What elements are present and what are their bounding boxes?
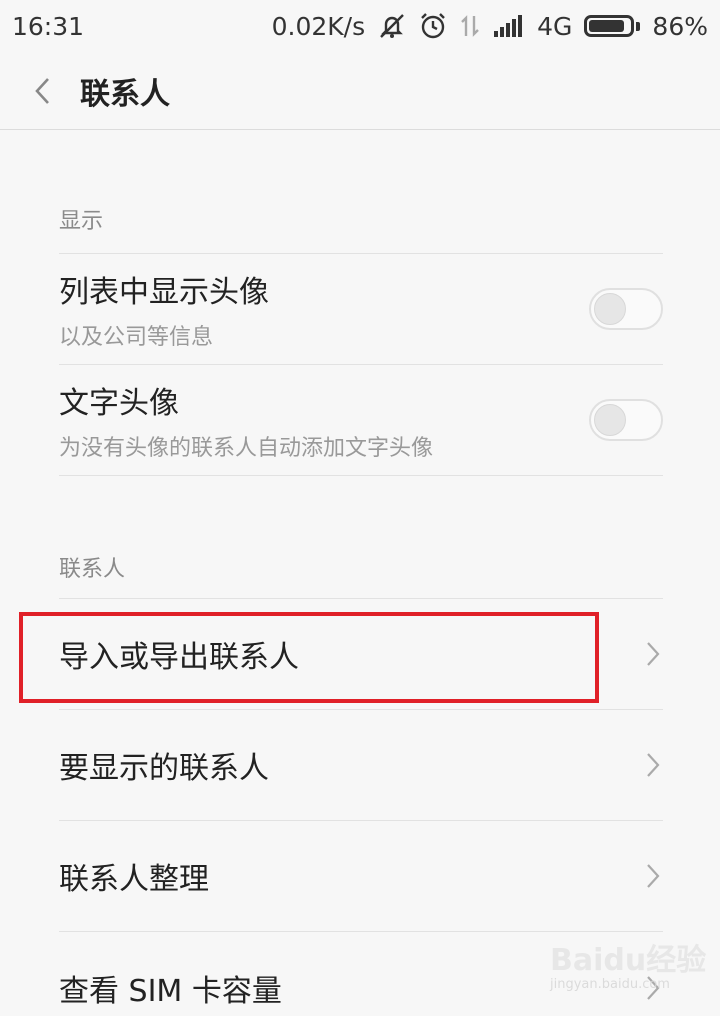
network-type: 4G [537,11,573,41]
battery-icon [584,15,641,37]
chevron-right-icon [643,861,663,891]
mute-icon [377,11,407,41]
setting-sublabel: 为没有头像的联系人自动添加文字头像 [59,436,434,461]
title-bar: 联系人 [0,52,720,130]
status-time: 16:31 [12,11,85,41]
text-avatar-toggle[interactable] [589,399,663,441]
page-title: 联系人 [80,76,170,112]
chevron-right-icon [643,750,663,780]
battery-percent: 86% [652,11,708,41]
setting-label: 列表中显示头像 [59,275,269,310]
setting-sublabel: 以及公司等信息 [59,325,214,350]
item-label: 要显示的联系人 [59,751,269,786]
organize-contacts-item[interactable]: 联系人整理 [59,821,663,932]
baidu-watermark: Baidu经验 jingyan.baidu.com [550,935,710,1005]
signal-icon [493,13,525,39]
back-button[interactable] [8,52,78,130]
chevron-right-icon [643,639,663,669]
setting-text-avatar[interactable]: 文字头像 为没有头像的联系人自动添加文字头像 [59,365,663,476]
section-header-display: 显示 [59,203,663,254]
net-speed: 0.02K/s [271,11,366,41]
contacts-to-display-item[interactable]: 要显示的联系人 [59,710,663,821]
battery-fill [589,20,624,32]
watermark-url: jingyan.baidu.com [550,977,670,992]
setting-label: 文字头像 [59,386,179,421]
item-label: 查看 SIM 卡容量 [59,973,282,1009]
alarm-icon [419,12,447,40]
item-label: 导入或导出联系人 [59,640,299,675]
status-right: 0.02K/s 4G 86% [272,11,708,41]
show-avatar-toggle[interactable] [589,288,663,330]
item-label: 联系人整理 [59,862,209,897]
setting-show-avatar-in-list[interactable]: 列表中显示头像 以及公司等信息 [59,254,663,365]
section-header-contacts: 联系人 [59,551,663,599]
status-bar: 16:31 0.02K/s 4G 86% [0,0,720,52]
import-export-contacts-item[interactable]: 导入或导出联系人 [59,599,663,710]
settings-list: 显示 列表中显示头像 以及公司等信息 文字头像 为没有头像的联系人自动添加文字头… [0,131,720,1016]
data-transfer-icon [459,12,481,40]
chevron-left-icon [35,77,49,104]
watermark-brand: Baidu经验 [550,943,707,978]
